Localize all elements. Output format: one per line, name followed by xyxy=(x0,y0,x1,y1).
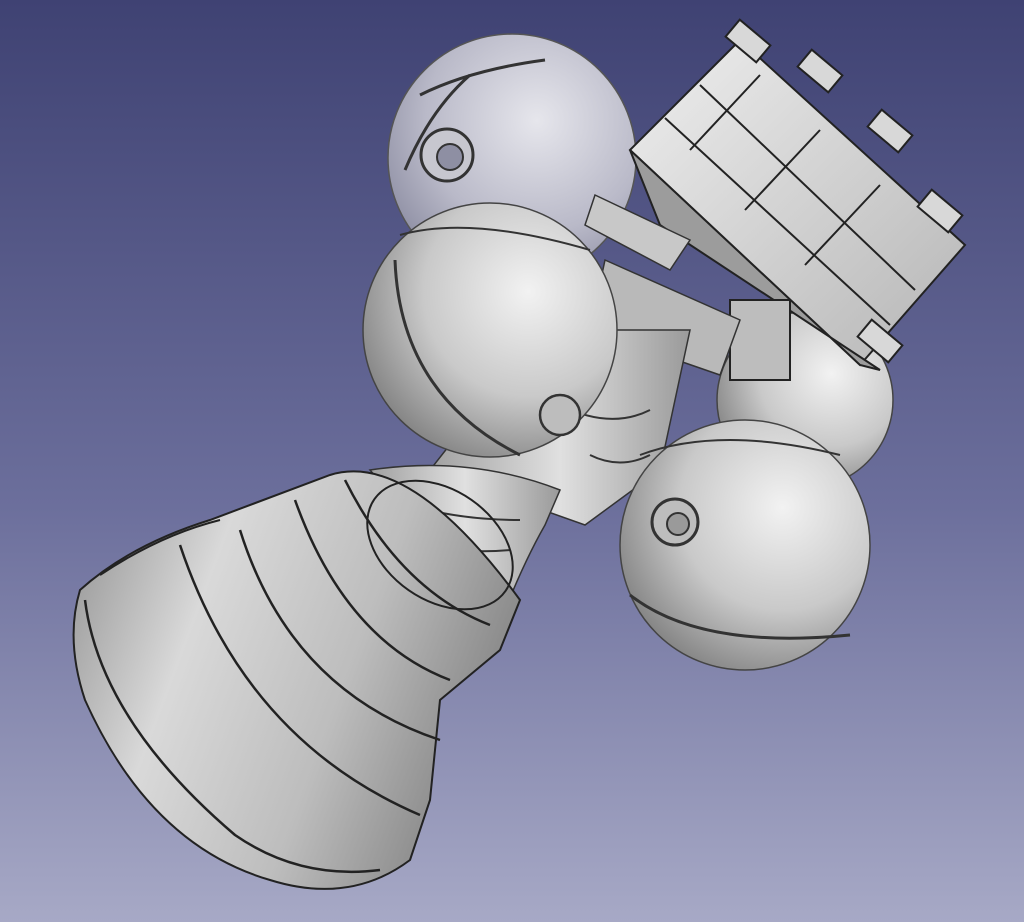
sphere-tank-front-right[interactable] xyxy=(619,419,871,671)
3d-viewport[interactable] xyxy=(0,0,1024,922)
engine-model[interactable] xyxy=(0,0,1024,922)
sphere-tank-front-left[interactable] xyxy=(362,202,618,458)
